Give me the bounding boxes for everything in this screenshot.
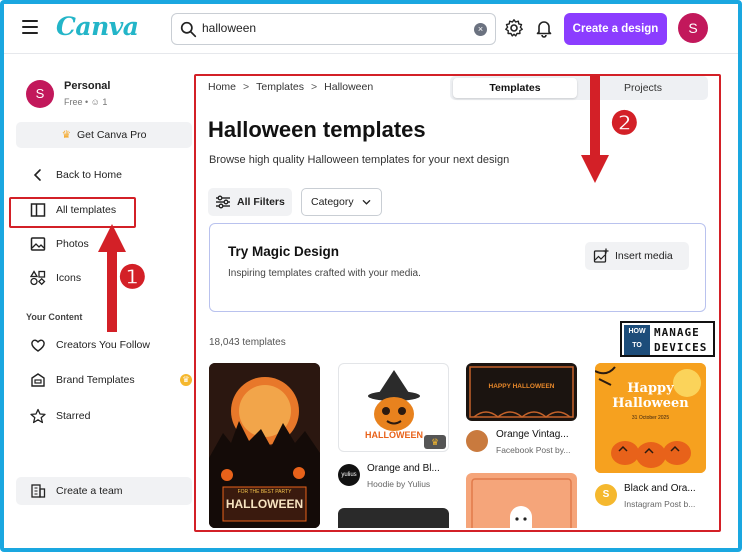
breadcrumb-separator: >: [311, 81, 318, 93]
template-count: 18,043 templates: [209, 337, 286, 348]
gear-icon[interactable]: [504, 18, 524, 38]
creator-avatar[interactable]: S: [595, 484, 617, 506]
template-title[interactable]: Black and Ora...: [624, 483, 696, 494]
category-dropdown[interactable]: Category: [301, 188, 382, 216]
add-image-icon: [593, 248, 609, 263]
all-filters-label: All Filters: [237, 196, 285, 208]
brand-icon: [31, 373, 45, 387]
watermark-how-to: HOW TO: [624, 325, 650, 355]
pro-crown-badge: ♛: [180, 374, 192, 386]
magic-design-title: Try Magic Design: [228, 244, 340, 259]
breadcrumb-home[interactable]: Home: [208, 81, 236, 93]
star-icon: [30, 408, 46, 424]
breadcrumb-templates[interactable]: Templates: [256, 81, 304, 93]
get-pro-label: Get Canva Pro: [76, 129, 147, 141]
account-avatar[interactable]: S: [678, 13, 708, 43]
create-team-label: Create a team: [56, 485, 123, 497]
page-subtitle: Browse high quality Halloween templates …: [209, 154, 510, 166]
template-card-instagram-post[interactable]: Happy Halloween 31 October 2025: [595, 363, 706, 473]
sidebar-item-label: Creators You Follow: [56, 339, 150, 351]
art-happy-text: Happy: [627, 381, 674, 396]
arrow-down-annotation: [581, 75, 609, 183]
vintage-art-text: HAPPY HALLOWEEN: [488, 383, 555, 390]
canva-logo[interactable]: Canva: [56, 12, 139, 41]
search-bar[interactable]: ×: [171, 13, 496, 45]
heart-icon: [31, 339, 45, 352]
template-title[interactable]: Orange and Bl...: [367, 463, 440, 474]
template-card-hoodie[interactable]: HALLOWEEN ♛: [338, 363, 449, 452]
get-pro-button[interactable]: ♛ Get Canva Pro: [16, 122, 192, 148]
building-icon: [31, 484, 46, 498]
sidebar-item-label: Icons: [56, 272, 82, 284]
sidebar-item-label: Starred: [56, 410, 91, 422]
magic-design-card: Try Magic Design Inspiring templates cra…: [209, 223, 706, 312]
shapes-icon: [30, 270, 46, 286]
page-title: Halloween templates: [208, 117, 426, 142]
filter-sliders-icon: [216, 195, 230, 209]
step-one-badge: ❶: [118, 258, 147, 296]
ghost-art: [471, 478, 572, 528]
breadcrumb-halloween: Halloween: [324, 81, 374, 93]
search-icon: [180, 21, 197, 38]
how-to-manage-devices-logo: HOW TO MANAGE DEVICES: [620, 321, 715, 357]
sidebar-item-label: Photos: [56, 238, 89, 250]
art-halloween-text: Halloween: [612, 396, 689, 411]
creator-avatar[interactable]: yulius: [338, 464, 360, 486]
chevron-down-icon: [362, 200, 371, 205]
category-label: Category: [311, 196, 354, 208]
insert-media-label: Insert media: [615, 250, 673, 262]
profile-plan: Free • ☺ 1: [64, 97, 108, 107]
sidebar-item-starred[interactable]: Starred: [16, 403, 194, 429]
sidebar-item-creators[interactable]: Creators You Follow: [16, 332, 194, 358]
magic-design-subtitle: Inspiring templates crafted with your me…: [228, 268, 421, 279]
template-card-facebook-post[interactable]: HAPPY HALLOWEEN: [466, 363, 577, 421]
create-design-button[interactable]: Create a design: [564, 13, 667, 45]
breadcrumb: Home > Templates > Halloween: [208, 81, 373, 93]
template-card-ghost[interactable]: [466, 473, 577, 528]
all-filters-button[interactable]: All Filters: [208, 188, 292, 216]
clear-search-icon[interactable]: ×: [474, 23, 487, 36]
template-icon: [30, 203, 46, 217]
poster-title: HALLOWEEN: [225, 497, 304, 511]
sidebar-item-label: Brand Templates: [56, 374, 135, 386]
sidebar-item-label: All templates: [56, 204, 117, 216]
watermark-text: MANAGE DEVICES: [654, 326, 708, 354]
back-label: Back to Home: [56, 169, 122, 181]
create-team-button[interactable]: Create a team: [16, 477, 192, 505]
pro-crown-icon: ♛: [424, 435, 446, 449]
template-subtitle: Instagram Post b...: [624, 499, 696, 509]
template-title[interactable]: Orange Vintag...: [496, 429, 569, 440]
top-bar: Canva × Create a design S: [4, 4, 738, 54]
step-two-badge: ❷: [610, 104, 639, 142]
profile-avatar[interactable]: S: [26, 80, 54, 108]
template-card-next[interactable]: [338, 508, 449, 528]
creator-avatar[interactable]: [466, 430, 488, 452]
search-input[interactable]: [202, 21, 462, 35]
template-subtitle: Hoodie by Yulius: [367, 479, 431, 489]
bell-icon[interactable]: [534, 18, 554, 38]
menu-icon[interactable]: [22, 20, 38, 34]
hoodie-art-text: HALLOWEEN: [365, 430, 423, 440]
templates-main: Home > Templates > Halloween Templates Proje…: [198, 76, 718, 528]
your-content-heading: Your Content: [26, 312, 83, 322]
sidebar-item-all-templates[interactable]: All templates: [16, 197, 194, 223]
template-subtitle: Facebook Post by...: [496, 445, 571, 455]
template-card-poster[interactable]: FOR THE BEST PARTY HALLOWEEN: [209, 363, 320, 528]
back-to-home-link[interactable]: Back to Home: [16, 162, 194, 188]
tab-templates[interactable]: Templates: [453, 78, 577, 98]
crown-icon: ♛: [61, 129, 71, 141]
poster-tagline: FOR THE BEST PARTY: [237, 489, 292, 495]
art-date-text: 31 October 2025: [631, 415, 670, 421]
sidebar-item-brand-templates[interactable]: Brand Templates ♛: [16, 367, 194, 393]
breadcrumb-separator: >: [243, 81, 250, 93]
orange-vintage-art: [469, 366, 574, 418]
profile-name[interactable]: Personal: [64, 80, 110, 92]
insert-media-button[interactable]: Insert media: [585, 242, 689, 270]
chevron-left-icon: [33, 169, 41, 181]
image-icon: [30, 237, 46, 251]
